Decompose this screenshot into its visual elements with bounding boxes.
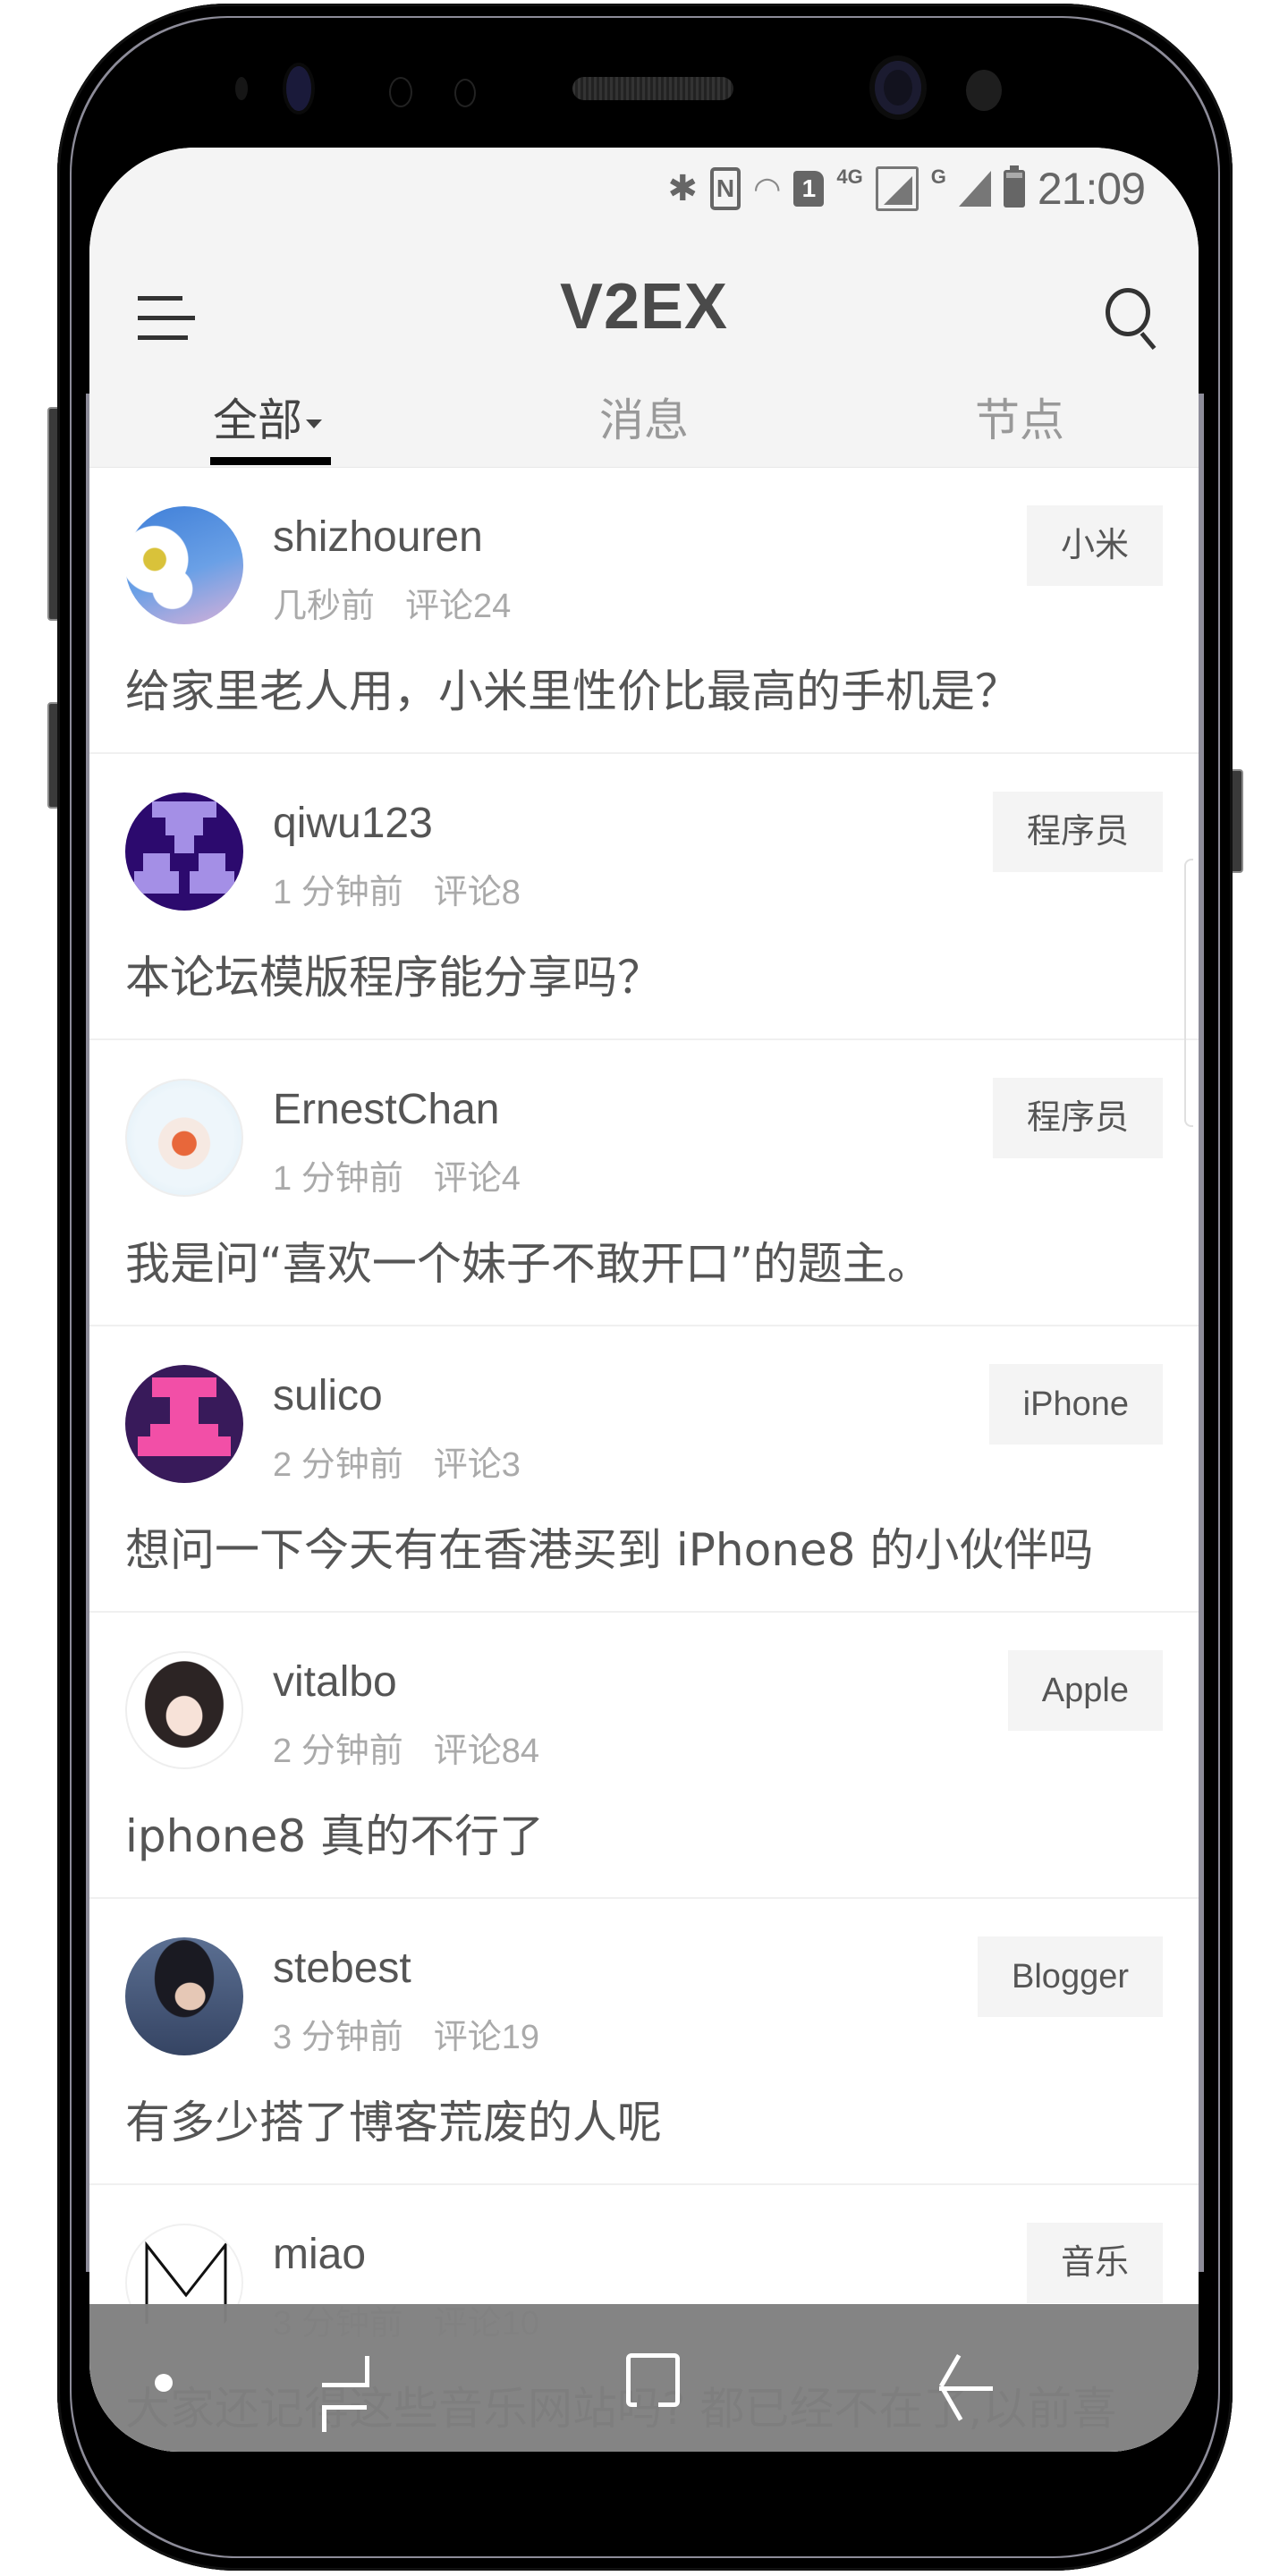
active-tab-indicator [210,457,331,465]
topic-title[interactable]: 本论坛模版程序能分享吗？ [125,942,662,1006]
tab-bar: 全部 消息 节点 [89,376,1199,465]
wifi-icon: ◠ [752,170,782,207]
username[interactable]: miao [273,2230,366,2279]
iris-camera [286,66,311,111]
node-tag[interactable]: iPhone [988,1364,1163,1445]
avatar[interactable] [125,792,243,911]
nav-dot-indicator[interactable] [155,2374,173,2392]
topic-meta: 1 分钟前 评论8 [273,864,521,913]
topic-item[interactable]: sulico 2 分钟前 评论3 iPhone 想问一下今天有在香港买到 iPho… [89,1326,1199,1613]
comment-count: 评论4 [433,1160,521,1198]
username[interactable]: qiwu123 [273,799,433,848]
topic-time: 2 分钟前 [273,1446,403,1484]
proximity-sensor [235,77,248,100]
tab-all-label: 全部 [213,394,302,446]
earpiece-speaker [572,77,733,100]
bluetooth-icon: ✱ [667,169,698,208]
node-tag[interactable]: Apple [1007,1650,1163,1731]
tab-nodes[interactable]: 节点 [975,385,1064,449]
avatar[interactable] [125,1079,243,1197]
username[interactable]: ErnestChan [273,1085,499,1134]
topic-meta: 几秒前 评论24 [273,578,511,627]
node-tag[interactable]: 小米 [1026,505,1163,586]
dropdown-caret-icon [306,419,322,428]
app-screen: ✱ N ◠ 1 4G G 21:09 V2EX 全部 消息 节点 shizhou… [89,148,1199,2452]
topic-title[interactable]: 想问一下今天有在香港买到 iPhone8 的小伙伴吗 [125,1514,1093,1579]
topic-item[interactable]: qiwu123 1 分钟前 评论8 程序员 本论坛模版程序能分享吗？ [89,754,1199,1040]
status-time: 21:09 [1037,164,1146,214]
comment-count: 评论84 [433,1733,539,1770]
home-icon[interactable] [626,2353,680,2407]
topic-time: 2 分钟前 [273,1733,403,1770]
topic-time: 几秒前 [273,588,376,625]
app-title: V2EX [559,271,729,343]
topic-title[interactable]: 有多少搭了博客荒废的人呢 [125,2087,662,2151]
node-tag[interactable]: Blogger [978,1936,1163,2017]
scrollbar[interactable] [1184,859,1193,1127]
tab-messages-label: 消息 [599,394,689,446]
status-bar: ✱ N ◠ 1 4G G 21:09 [89,148,1199,233]
topic-title[interactable]: iphone8 真的不行了 [125,1801,544,1865]
recent-apps-icon[interactable] [313,2356,369,2432]
topic-item[interactable]: vitalbo 2 分钟前 评论84 Apple iphone8 真的不行了 [89,1613,1199,1899]
topic-meta: 2 分钟前 评论3 [273,1436,521,1486]
node-tag[interactable]: 音乐 [1026,2223,1163,2303]
topic-meta: 1 分钟前 评论4 [273,1150,521,1199]
tab-all[interactable]: 全部 [213,385,322,449]
avatar[interactable] [125,1651,243,1769]
tab-messages[interactable]: 消息 [599,385,689,449]
username[interactable]: stebest [273,1944,411,1993]
topic-list: shizhouren 几秒前 评论24 小米 给家里老人用，小米里性价比最高的手机… [89,468,1199,2452]
front-camera [875,61,921,114]
topic-meta: 3 分钟前 评论19 [273,2009,539,2058]
username[interactable]: sulico [273,1371,383,1420]
topic-time: 1 分钟前 [273,874,403,911]
light-sensor [389,77,412,107]
nfc-icon: N [709,167,741,210]
4g-label: 4G [836,165,863,188]
node-tag[interactable]: 程序员 [992,792,1163,872]
battery-icon [1003,165,1025,208]
comment-count: 评论19 [433,2019,539,2056]
topic-title[interactable]: 给家里老人用，小米里性价比最高的手机是？ [125,656,1020,720]
comment-count: 评论8 [433,874,521,911]
system-navigation-bar [89,2304,1199,2452]
topic-item[interactable]: shizhouren 几秒前 评论24 小米 给家里老人用，小米里性价比最高的手机… [89,468,1199,754]
topic-item[interactable]: ErnestChan 1 分钟前 评论4 程序员 我是问“喜欢一个妹子不敢开口”的… [89,1040,1199,1326]
search-icon[interactable] [1104,286,1163,351]
username[interactable]: shizhouren [273,513,483,562]
comment-count: 评论3 [433,1446,521,1484]
username[interactable]: vitalbo [273,1657,397,1707]
topic-title[interactable]: 我是问“喜欢一个妹子不敢开口”的题主。 [125,1228,932,1292]
signal-strength-sim2-icon [958,171,991,207]
iris-scanner [966,70,1002,111]
topic-time: 3 分钟前 [273,2019,403,2056]
comment-count: 评论24 [405,588,512,625]
sim1-icon: 1 [793,171,825,207]
topic-time: 1 分钟前 [273,1160,403,1198]
node-tag[interactable]: 程序员 [992,1078,1163,1158]
topic-item[interactable]: stebest 3 分钟前 评论19 Blogger 有多少搭了博客荒废的人呢 [89,1899,1199,2185]
back-icon[interactable] [930,2354,993,2421]
app-header: V2EX 全部 消息 节点 [89,233,1199,469]
avatar[interactable] [125,1365,243,1483]
led-indicator [454,79,476,107]
avatar[interactable] [125,506,243,624]
signal-strength-sim1-icon [875,166,919,211]
g-label: G [930,165,946,188]
topic-meta: 2 分钟前 评论84 [273,1723,539,1772]
tab-nodes-label: 节点 [975,394,1064,446]
avatar[interactable] [125,1937,243,2055]
